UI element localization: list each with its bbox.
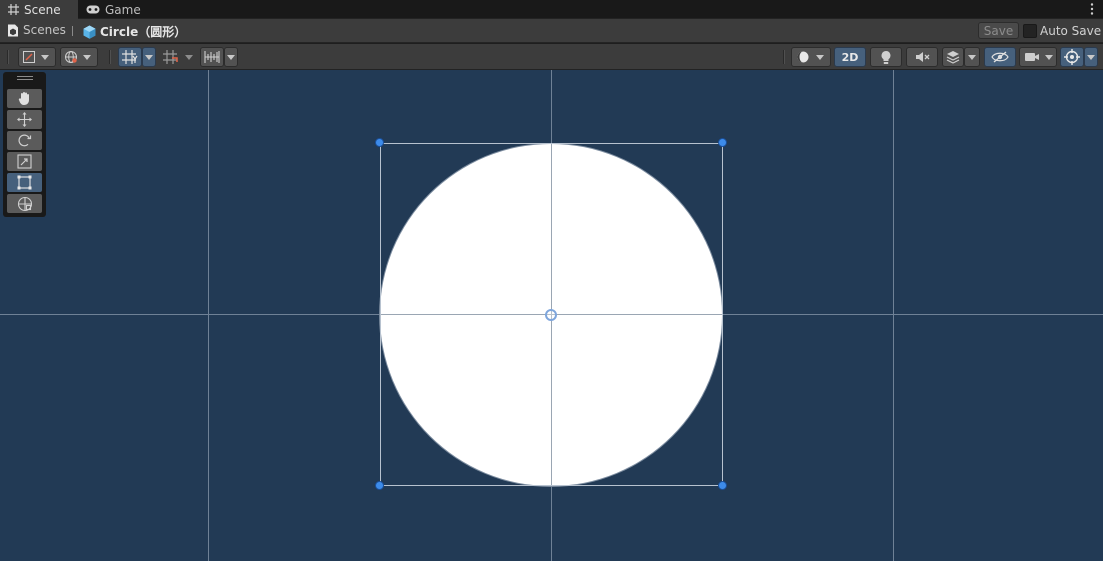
grid-visibility-button[interactable] xyxy=(118,47,142,67)
chevron-down-icon xyxy=(83,54,91,60)
gamepad-icon xyxy=(86,5,100,14)
breadcrumb-scenes-label: Scenes xyxy=(23,23,66,37)
rect-transform-icon xyxy=(17,175,32,190)
breadcrumb-scenes[interactable]: Scenes xyxy=(7,23,66,37)
move-arrows-icon xyxy=(17,112,32,127)
scale-icon xyxy=(17,154,32,169)
breadcrumb-bar: Scenes Circle（圆形） Save Auto Save xyxy=(0,19,1103,43)
grid-visibility-dropdown[interactable] xyxy=(142,47,156,67)
increment-snapping-button[interactable] xyxy=(200,47,224,67)
scene-visibility-button[interactable] xyxy=(984,47,1016,67)
more-options-icon[interactable] xyxy=(1089,2,1095,16)
lightbulb-icon xyxy=(881,50,891,64)
transform-combo-icon xyxy=(17,196,32,211)
unity-scene-icon xyxy=(8,24,18,36)
rect-handle-bottom-right[interactable] xyxy=(718,481,727,490)
global-globe-icon xyxy=(65,51,77,63)
toolbar-grip xyxy=(109,50,111,64)
effects-dropdown[interactable] xyxy=(964,47,980,67)
tab-scene-label: Scene xyxy=(24,2,61,17)
camera-icon xyxy=(1025,53,1039,61)
toolbar-grip xyxy=(7,50,9,64)
chevron-down-icon xyxy=(1045,54,1053,60)
grid-line-vertical xyxy=(893,70,894,561)
breadcrumb-prefab-label: Circle（圆形） xyxy=(100,25,187,39)
scale-tool-button[interactable] xyxy=(7,152,42,171)
scene-viewport[interactable] xyxy=(0,70,1103,561)
rotate-icon xyxy=(18,134,32,147)
prefab-cube-icon xyxy=(83,25,96,39)
breadcrumb-separator xyxy=(72,26,73,36)
increment-snapping-dropdown[interactable] xyxy=(224,47,238,67)
toolbar-grip xyxy=(783,50,785,64)
rect-handle-top-right[interactable] xyxy=(718,138,727,147)
window-tab-bar: Scene Game xyxy=(0,0,1103,19)
grid-y-icon xyxy=(122,50,138,64)
ruler-increment-icon xyxy=(204,51,220,63)
tool-handle-position-dropdown[interactable] xyxy=(18,47,56,67)
rect-handle-top-left[interactable] xyxy=(375,138,384,147)
chevron-down-icon xyxy=(1087,54,1095,60)
audio-mute-icon xyxy=(916,52,930,62)
scene-camera-dropdown[interactable] xyxy=(1019,47,1057,67)
tab-scene[interactable]: Scene xyxy=(0,0,78,19)
chevron-down-icon xyxy=(227,54,235,60)
pivot-center-icon xyxy=(23,51,35,63)
breadcrumb-prefab[interactable]: Circle（圆形） xyxy=(83,23,186,40)
chevron-down-icon xyxy=(185,54,193,60)
pivot-handle[interactable] xyxy=(545,309,557,321)
hand-tool-button[interactable] xyxy=(7,89,42,108)
scene-toolbar: 2D xyxy=(0,44,1103,70)
shaded-sphere-icon xyxy=(797,51,809,63)
tools-overlay xyxy=(3,72,46,217)
gizmos-dropdown[interactable] xyxy=(1084,47,1098,67)
auto-save-label: Auto Save xyxy=(1040,24,1102,38)
grid-hash-icon xyxy=(8,4,19,15)
2d-mode-button[interactable]: 2D xyxy=(834,47,866,67)
transform-tool-button[interactable] xyxy=(7,194,42,213)
gizmo-crosshair-icon xyxy=(1064,49,1080,65)
tools-overlay-grip[interactable] xyxy=(17,76,33,80)
rect-handle-bottom-left[interactable] xyxy=(375,481,384,490)
layers-effects-icon xyxy=(946,51,960,64)
move-tool-button[interactable] xyxy=(7,110,42,129)
grid-snapping-dropdown[interactable] xyxy=(182,47,196,67)
grid-line-vertical xyxy=(208,70,209,561)
hand-icon xyxy=(18,92,29,105)
shading-mode-dropdown[interactable] xyxy=(791,47,831,67)
effects-toggle-button[interactable] xyxy=(942,47,964,67)
chevron-down-icon xyxy=(816,54,824,60)
gizmos-button[interactable] xyxy=(1060,47,1084,67)
lighting-toggle-button[interactable] xyxy=(870,47,902,67)
grid-snap-icon xyxy=(163,50,178,64)
auto-save-checkbox[interactable] xyxy=(1023,24,1037,38)
tab-game[interactable]: Game xyxy=(78,0,158,19)
chevron-down-icon xyxy=(145,54,153,60)
tool-handle-rotation-dropdown[interactable] xyxy=(60,47,98,67)
save-button[interactable]: Save xyxy=(978,22,1019,39)
auto-save-toggle[interactable]: Auto Save xyxy=(1023,24,1101,38)
chevron-down-icon xyxy=(968,54,976,60)
rect-tool-button[interactable] xyxy=(7,173,42,192)
eye-hidden-icon xyxy=(991,51,1009,63)
chevron-down-icon xyxy=(41,54,49,60)
audio-toggle-button[interactable] xyxy=(906,47,938,67)
tab-game-label: Game xyxy=(105,2,141,17)
grid-snapping-button[interactable] xyxy=(160,47,182,67)
rotate-tool-button[interactable] xyxy=(7,131,42,150)
